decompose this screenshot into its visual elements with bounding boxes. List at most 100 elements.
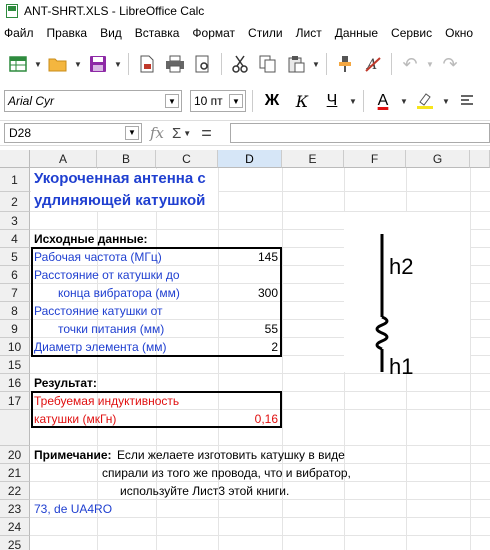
column-header-h[interactable]: [470, 150, 490, 168]
underline-dropdown-icon[interactable]: ▼: [349, 97, 357, 106]
name-box[interactable]: D28 ▼: [4, 123, 142, 143]
column-header-f[interactable]: F: [344, 150, 406, 168]
highlight-dropdown-icon[interactable]: ▼: [442, 97, 450, 106]
result-heading[interactable]: Результат:: [34, 374, 97, 392]
column-header-e[interactable]: E: [282, 150, 344, 168]
title-line-1[interactable]: Укороченная антенна с: [34, 170, 206, 188]
function-wizard-icon[interactable]: fx: [150, 124, 164, 142]
row-header-10[interactable]: 10: [0, 338, 30, 356]
copy-icon[interactable]: [256, 52, 280, 76]
save-dropdown-icon[interactable]: ▼: [114, 60, 122, 69]
cut-icon[interactable]: [228, 52, 252, 76]
title-line-2[interactable]: удлиняющей катушкой: [34, 192, 205, 210]
distance-coil-end-label-2[interactable]: конца вибратора (мм): [58, 284, 180, 302]
row-header-3[interactable]: 3: [0, 212, 30, 230]
row-header-4[interactable]: 4: [0, 230, 30, 248]
font-name-box[interactable]: Arial Cyr ▼: [4, 90, 182, 112]
menu-tools[interactable]: Сервис: [391, 26, 432, 40]
column-header-g[interactable]: G: [406, 150, 470, 168]
sum-dropdown-icon[interactable]: ▼: [183, 129, 191, 138]
menu-edit[interactable]: Правка: [47, 26, 88, 40]
align-left-icon[interactable]: [454, 89, 480, 113]
note-line-2[interactable]: спирали из того же провода, что и вибрат…: [102, 464, 351, 482]
row-header-20[interactable]: 20: [0, 446, 30, 464]
row-header-17[interactable]: 17: [0, 392, 30, 410]
distance-coil-feed-label-1[interactable]: Расстояние катушки от: [34, 302, 163, 320]
inductance-label-2[interactable]: катушки (мкГн): [34, 410, 116, 428]
redo-icon[interactable]: ↷: [438, 52, 462, 76]
open-icon[interactable]: [46, 52, 70, 76]
paste-icon[interactable]: [284, 52, 308, 76]
menu-view[interactable]: Вид: [100, 26, 122, 40]
highlight-icon[interactable]: [412, 89, 438, 113]
column-header-b[interactable]: B: [97, 150, 156, 168]
underline-button[interactable]: Ч: [319, 89, 345, 113]
italic-button[interactable]: К: [289, 89, 315, 113]
column-header-c[interactable]: C: [156, 150, 218, 168]
open-dropdown-icon[interactable]: ▼: [74, 60, 82, 69]
inductance-label-1[interactable]: Требуемая индуктивность: [34, 392, 179, 410]
clone-format-icon[interactable]: [333, 52, 357, 76]
formula-input[interactable]: [230, 123, 490, 143]
note-line-3[interactable]: используйте Лист3 этой книги.: [120, 482, 289, 500]
row-header-1[interactable]: 1: [0, 168, 30, 192]
bold-button[interactable]: Ж: [259, 89, 285, 113]
menu-insert[interactable]: Вставка: [135, 26, 180, 40]
row-header-16[interactable]: 16: [0, 374, 30, 392]
column-header-d[interactable]: D: [218, 150, 282, 168]
element-diameter-label[interactable]: Диаметр элемента (мм): [34, 338, 166, 356]
row-header-gap: [0, 410, 30, 446]
row-header-15[interactable]: 15: [0, 356, 30, 374]
row-header-9[interactable]: 9: [0, 320, 30, 338]
menu-data[interactable]: Данные: [335, 26, 378, 40]
row-header-5[interactable]: 5: [0, 248, 30, 266]
paste-dropdown-icon[interactable]: ▼: [312, 60, 320, 69]
row-header-25[interactable]: 25: [0, 536, 30, 550]
distance-coil-feed-value[interactable]: 55: [218, 320, 278, 338]
undo-icon[interactable]: ↶: [398, 52, 422, 76]
inductance-value[interactable]: 0,16: [218, 410, 278, 428]
menu-sheet[interactable]: Лист: [296, 26, 322, 40]
column-header-a[interactable]: A: [30, 150, 97, 168]
font-color-dropdown-icon[interactable]: ▼: [400, 97, 408, 106]
distance-coil-feed-label-2[interactable]: точки питания (мм): [58, 320, 164, 338]
export-pdf-icon[interactable]: [135, 52, 159, 76]
menu-window[interactable]: Окно: [445, 26, 473, 40]
sum-icon[interactable]: Σ: [172, 125, 181, 142]
print-icon[interactable]: [163, 52, 187, 76]
distance-coil-end-value[interactable]: 300: [218, 284, 278, 302]
row-header-7[interactable]: 7: [0, 284, 30, 302]
row-header-8[interactable]: 8: [0, 302, 30, 320]
distance-coil-end-label-1[interactable]: Расстояние от катушки до: [34, 266, 180, 284]
frequency-value[interactable]: 145: [218, 248, 278, 266]
note-label[interactable]: Примечание:: [34, 446, 112, 464]
row-header-21[interactable]: 21: [0, 464, 30, 482]
select-all-corner[interactable]: [0, 150, 30, 168]
menu-styles[interactable]: Стили: [248, 26, 283, 40]
new-dropdown-icon[interactable]: ▼: [34, 60, 42, 69]
formula-icon[interactable]: =: [201, 123, 212, 144]
font-color-button[interactable]: A: [370, 89, 396, 113]
input-data-heading[interactable]: Исходные данные:: [34, 230, 148, 248]
note-line-1[interactable]: Если желаете изготовить катушку в виде: [117, 446, 345, 464]
row-header-2[interactable]: 2: [0, 192, 30, 212]
chevron-down-icon[interactable]: ▼: [229, 94, 243, 108]
spreadsheet-grid[interactable]: A B C D E F G 1 2 3 4 5 6 7 8 9 10 15 16…: [0, 150, 490, 550]
menu-format[interactable]: Формат: [192, 26, 235, 40]
frequency-label[interactable]: Рабочая частота (МГц): [34, 248, 162, 266]
element-diameter-value[interactable]: 2: [218, 338, 278, 356]
print-preview-icon[interactable]: [191, 52, 215, 76]
font-size-box[interactable]: 10 пт ▼: [190, 90, 246, 112]
row-header-24[interactable]: 24: [0, 518, 30, 536]
chevron-down-icon[interactable]: ▼: [165, 94, 179, 108]
menu-file[interactable]: Файл: [4, 26, 34, 40]
new-icon[interactable]: [6, 52, 30, 76]
clear-format-icon[interactable]: A: [361, 52, 385, 76]
row-header-23[interactable]: 23: [0, 500, 30, 518]
save-icon[interactable]: [86, 52, 110, 76]
row-header-6[interactable]: 6: [0, 266, 30, 284]
author-signature[interactable]: 73, de UA4RO: [34, 500, 112, 518]
row-header-22[interactable]: 22: [0, 482, 30, 500]
chevron-down-icon[interactable]: ▼: [125, 126, 139, 140]
undo-dropdown-icon[interactable]: ▼: [426, 60, 434, 69]
